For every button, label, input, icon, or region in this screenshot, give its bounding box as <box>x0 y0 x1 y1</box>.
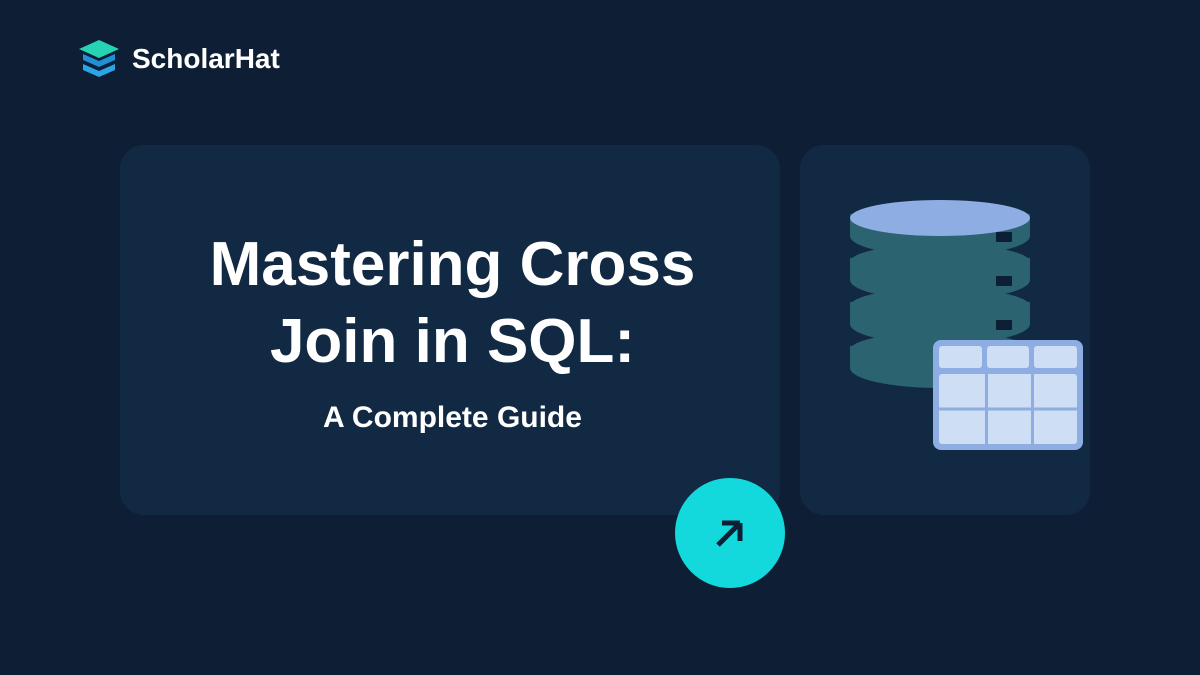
table-icon <box>933 340 1083 450</box>
brand-name: ScholarHat <box>132 43 280 75</box>
arrow-button[interactable] <box>675 478 785 588</box>
database-table-illustration <box>835 190 1055 470</box>
title-card: Mastering Cross Join in SQL: A Complete … <box>120 145 780 515</box>
page-subtitle: A Complete Guide <box>323 401 582 435</box>
page-title: Mastering Cross Join in SQL: <box>175 226 730 381</box>
brand-logo: ScholarHat <box>78 40 280 78</box>
scholarhat-logo-icon <box>78 40 120 78</box>
arrow-up-right-icon <box>706 509 754 557</box>
illustration-card <box>800 145 1090 515</box>
main-content: Mastering Cross Join in SQL: A Complete … <box>120 145 1090 515</box>
